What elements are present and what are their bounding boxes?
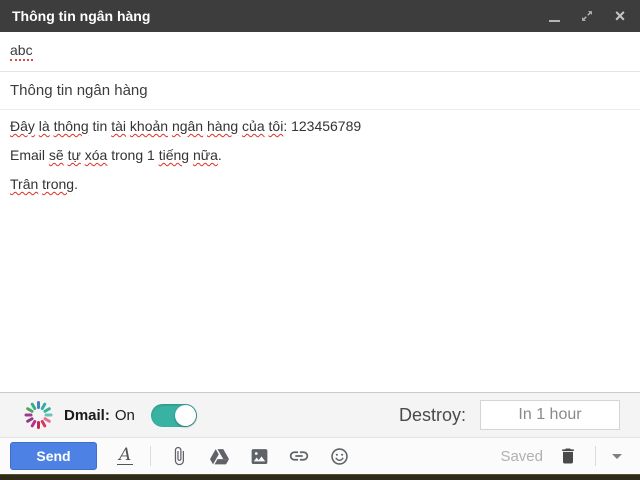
dmail-status: On [114, 406, 135, 424]
misspelled-word: tự [67, 147, 81, 163]
compose-toolbar: Send A Saved [0, 437, 640, 474]
body-paragraph: Đây là thông tin tài khoản ngân hàng của… [10, 118, 362, 134]
destroy-controls: Destroy: In 1 hour [399, 400, 620, 430]
misspelled-word: ngân [171, 118, 204, 134]
toolbar-divider [150, 446, 152, 466]
destroy-label: Destroy: [398, 404, 466, 425]
toggle-knob [174, 404, 196, 426]
dmail-spinner-icon [24, 401, 52, 429]
window-title: Thông tin ngân hàng [12, 8, 151, 24]
recipient-value[interactable]: abc [10, 42, 33, 61]
body-paragraph: Email sẽ tự xóa trong 1 tiếng nữa. [10, 147, 222, 163]
misspelled-word: hàng [207, 118, 239, 134]
misspelled-word: là [38, 118, 50, 134]
toolbar-divider [595, 446, 596, 466]
subject-value: Thông tin ngân hàng [10, 82, 148, 99]
insert-link-icon[interactable] [288, 445, 310, 467]
trash-icon[interactable] [557, 445, 579, 467]
misspelled-word: nữa [192, 147, 218, 163]
drive-icon[interactable] [208, 445, 230, 467]
misspelled-word: của [242, 118, 265, 134]
body-paragraph: Trân trong. [10, 176, 78, 192]
emoji-icon[interactable] [328, 445, 350, 467]
compose-window: Thông tin ngân hàng × abc Thông tin ngân… [0, 0, 640, 480]
misspelled-word: sẽ [48, 147, 64, 163]
recipient-field[interactable]: abc [0, 32, 640, 72]
close-icon[interactable]: × [612, 7, 628, 25]
misspelled-word: xóa [84, 147, 108, 163]
titlebar[interactable]: Thông tin ngân hàng × [0, 0, 640, 32]
dmail-bar: Dmail: On Destroy: In 1 hour [0, 392, 640, 437]
toolbar-right-cluster: Saved [500, 445, 622, 467]
expand-icon[interactable] [579, 8, 595, 24]
saved-status: Saved [500, 447, 543, 465]
dmail-label: Dmail: [64, 406, 110, 424]
misspelled-word: tôi [268, 118, 284, 134]
background-strip [0, 474, 640, 480]
misspelled-word: tài [111, 118, 127, 134]
dmail-toggle[interactable] [150, 403, 197, 427]
more-options-caret-icon[interactable] [612, 453, 622, 459]
misspelled-word: tiếng [158, 147, 190, 163]
subject-field[interactable]: Thông tin ngân hàng [0, 72, 640, 110]
misspelled-word: khoản [129, 118, 169, 134]
message-body[interactable]: Đây là thông tin tài khoản ngân hàng của… [0, 110, 640, 392]
send-button[interactable]: Send [10, 442, 97, 470]
misspelled-word: trong [42, 176, 75, 192]
window-controls: × [546, 7, 628, 25]
minimize-icon[interactable] [546, 8, 562, 24]
misspelled-word: thông [53, 118, 89, 134]
attach-file-icon[interactable] [168, 445, 190, 467]
misspelled-word: Trân [10, 176, 39, 192]
misspelled-word: Đây [10, 118, 35, 134]
formatting-icon[interactable]: A [117, 447, 134, 465]
insert-photo-icon[interactable] [248, 445, 270, 467]
destroy-time-dropdown[interactable]: In 1 hour [480, 400, 620, 430]
